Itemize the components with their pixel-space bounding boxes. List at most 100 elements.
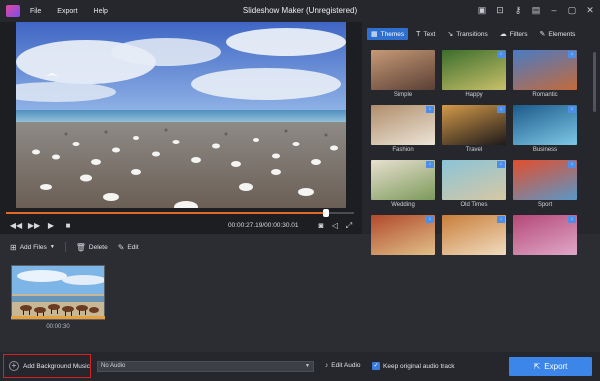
download-icon[interactable]: ↓ bbox=[497, 51, 505, 58]
download-icon[interactable]: ↓ bbox=[568, 216, 576, 223]
theme-label: Happy bbox=[465, 92, 483, 98]
playback-controls: ◀◀ ▶▶ ▶ ■ 00:00:27.19/00:00:30.01 ◙ ◁ ⤢ bbox=[0, 220, 362, 234]
timecode: 00:00:27.19/00:00:30.01 bbox=[228, 222, 299, 229]
menu-help[interactable]: Help bbox=[94, 8, 108, 15]
download-icon[interactable]: ↓ bbox=[426, 216, 434, 223]
save-icon[interactable]: ▣ bbox=[476, 4, 488, 16]
tab-themes[interactable]: ▦ Themes bbox=[367, 28, 409, 40]
theme-item[interactable]: ↓ Travel bbox=[442, 105, 506, 153]
delete-label: Delete bbox=[88, 243, 108, 251]
elements-icon: ✎ bbox=[539, 31, 546, 38]
theme-item[interactable]: ↓ Happy bbox=[442, 50, 506, 98]
export-icon: ⇱ bbox=[533, 362, 541, 371]
menu-export[interactable]: Export bbox=[57, 8, 77, 15]
theme-label: Old Times bbox=[460, 202, 488, 208]
add-background-music-button[interactable]: + Add Background Music bbox=[3, 354, 91, 378]
chat-icon[interactable]: ▤ bbox=[530, 4, 542, 16]
forward-icon[interactable]: ▶▶ bbox=[27, 220, 41, 232]
tab-themes-label: Themes bbox=[380, 30, 405, 38]
edit-audio-label: Edit Audio bbox=[331, 362, 361, 369]
plus-icon: + bbox=[9, 361, 19, 371]
app-logo-icon bbox=[6, 5, 20, 17]
window-controls: ▣ ⊡ ⚷ ▤ – ▢ ✕ bbox=[476, 4, 596, 16]
theme-thumbnail: ↓ bbox=[371, 105, 435, 145]
theme-item[interactable]: Simple bbox=[371, 50, 435, 98]
storyboard: 00:00:30 bbox=[0, 258, 600, 350]
theme-thumbnail: ↓ bbox=[442, 50, 506, 90]
effects-panel: ▦ Themes T Text ↘ Transitions ☁ Filters ✎ Ele… bbox=[362, 22, 600, 255]
theme-label: Wedding bbox=[391, 202, 415, 208]
chevron-down-icon: ▼ bbox=[305, 363, 310, 369]
theme-thumbnail: ↓ bbox=[442, 160, 506, 200]
media-clip[interactable] bbox=[11, 265, 105, 320]
play-icon[interactable]: ▶ bbox=[44, 220, 58, 232]
rewind-icon[interactable]: ◀◀ bbox=[9, 220, 23, 232]
tab-elements[interactable]: ✎ Elements bbox=[535, 28, 579, 40]
snapshot-icon[interactable]: ◙ bbox=[314, 220, 328, 232]
add-files-label: Add Files bbox=[19, 243, 47, 251]
theme-thumbnail: ↓ bbox=[513, 160, 577, 200]
cart-icon[interactable]: ⊡ bbox=[494, 4, 506, 16]
edit-button[interactable]: ✎ Edit bbox=[118, 243, 139, 252]
theme-label: Fashion bbox=[392, 147, 414, 153]
themes-icon: ▦ bbox=[371, 31, 378, 38]
download-icon[interactable]: ↓ bbox=[568, 51, 576, 58]
download-icon[interactable]: ↓ bbox=[497, 216, 505, 223]
theme-label: Simple bbox=[393, 92, 413, 98]
download-icon[interactable]: ↓ bbox=[426, 106, 434, 113]
download-icon[interactable]: ↓ bbox=[426, 161, 434, 168]
volume-icon[interactable]: ◁ bbox=[328, 220, 342, 232]
minimize-icon[interactable]: – bbox=[548, 4, 560, 16]
tab-filters-label: Filters bbox=[509, 30, 528, 38]
transitions-icon: ↘ bbox=[447, 31, 454, 38]
checkmark-icon: ✓ bbox=[372, 362, 380, 370]
progress-handle[interactable] bbox=[323, 209, 330, 217]
theme-label: Sport bbox=[537, 202, 553, 208]
add-files-button[interactable]: ⊞ Add Files ▼ bbox=[10, 243, 55, 252]
key-icon[interactable]: ⚷ bbox=[512, 4, 524, 16]
export-button[interactable]: ⇱ Export bbox=[509, 357, 592, 376]
theme-item[interactable]: ↓ Old Times bbox=[442, 160, 506, 208]
delete-button[interactable]: 🗑 Delete bbox=[76, 243, 108, 252]
theme-scrollbar[interactable] bbox=[593, 52, 596, 112]
stop-icon[interactable]: ■ bbox=[61, 220, 75, 232]
download-icon[interactable]: ↓ bbox=[568, 161, 576, 168]
edit-label: Edit bbox=[127, 243, 139, 251]
trash-icon: 🗑 bbox=[75, 242, 86, 252]
tab-transitions[interactable]: ↘ Transitions bbox=[443, 28, 491, 40]
tab-text[interactable]: T Text bbox=[412, 28, 439, 40]
maximize-icon[interactable]: ▢ bbox=[566, 4, 578, 16]
download-icon[interactable]: ↓ bbox=[568, 106, 576, 113]
theme-item[interactable]: ↓ Fashion bbox=[371, 105, 435, 153]
download-icon[interactable]: ↓ bbox=[497, 161, 505, 168]
edit-audio-button[interactable]: ♪ Edit Audio bbox=[325, 362, 361, 369]
fullscreen-icon[interactable]: ⤢ bbox=[342, 220, 356, 232]
theme-thumbnail: ↓ bbox=[371, 160, 435, 200]
keep-original-audio-checkbox[interactable]: ✓ Keep original audio track bbox=[372, 362, 455, 370]
theme-item[interactable]: ↓ Wedding bbox=[371, 160, 435, 208]
audio-select[interactable]: No Audio ▼ bbox=[97, 361, 314, 372]
filters-icon: ☁ bbox=[499, 31, 507, 38]
tab-filters[interactable]: ☁ Filters bbox=[496, 28, 532, 40]
export-label: Export bbox=[544, 362, 568, 371]
add-files-icon: ⊞ bbox=[10, 242, 17, 252]
close-icon[interactable]: ✕ bbox=[584, 4, 596, 16]
menu-file[interactable]: File bbox=[30, 8, 41, 15]
download-icon[interactable]: ↓ bbox=[497, 106, 505, 113]
theme-item[interactable]: ↓ Business bbox=[513, 105, 577, 153]
storyboard-toolbar: ⊞ Add Files ▼ 🗑 Delete ✎ Edit bbox=[0, 240, 600, 254]
theme-thumbnail: ↓ bbox=[513, 105, 577, 145]
video-preview[interactable] bbox=[16, 22, 346, 208]
tab-elements-label: Elements bbox=[548, 30, 576, 38]
tab-transitions-label: Transitions bbox=[456, 30, 488, 38]
total-time: 00:00:30.01 bbox=[264, 222, 299, 229]
theme-label: Business bbox=[532, 147, 558, 153]
text-icon: T bbox=[416, 30, 421, 38]
panel-tabs: ▦ Themes T Text ↘ Transitions ☁ Filters ✎ Ele… bbox=[367, 28, 579, 40]
chevron-down-icon: ▼ bbox=[49, 244, 55, 250]
add-music-label: Add Background Music bbox=[23, 362, 90, 370]
playback-progress[interactable] bbox=[6, 209, 354, 217]
clip-duration-bar bbox=[11, 316, 105, 319]
theme-item[interactable]: ↓ Sport bbox=[513, 160, 577, 208]
theme-item[interactable]: ↓ Romantic bbox=[513, 50, 577, 98]
